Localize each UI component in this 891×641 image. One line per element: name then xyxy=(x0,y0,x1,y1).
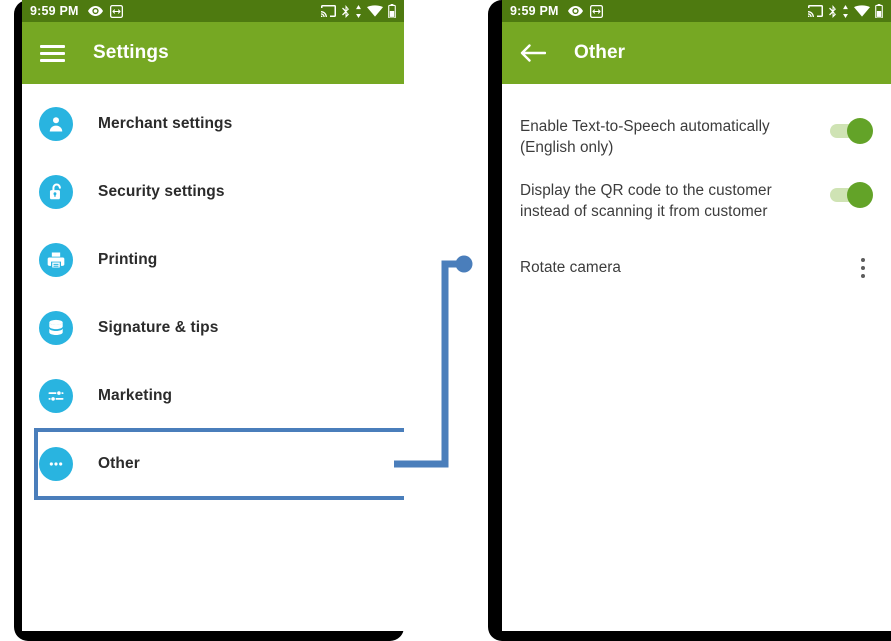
other-settings-list: Enable Text-to-Speech automatically (Eng… xyxy=(502,84,891,284)
other-row-rotate-camera[interactable]: Rotate camera xyxy=(502,222,891,284)
signal-updown-icon xyxy=(843,4,848,18)
status-bar-left-icons xyxy=(87,4,123,18)
battery-icon xyxy=(875,4,883,18)
toggle-display-qr-code[interactable] xyxy=(830,182,873,208)
settings-row-label: Merchant settings xyxy=(98,115,233,132)
sliders-icon xyxy=(39,379,73,413)
cast-icon xyxy=(321,5,336,17)
settings-row-label: Printing xyxy=(98,251,158,268)
toggle-thumb xyxy=(847,182,873,208)
bluetooth-icon xyxy=(829,4,836,18)
three-dots-icon xyxy=(39,447,73,481)
connector-endpoint-dot xyxy=(455,255,473,273)
left-phone-screen: 9:59 PM Settings Merchant settings Secur… xyxy=(22,0,404,631)
settings-row-printing[interactable]: Printing xyxy=(22,226,404,294)
left-status-bar: 9:59 PM xyxy=(22,0,404,22)
settings-row-label: Security settings xyxy=(98,183,225,200)
settings-row-label: Marketing xyxy=(98,387,173,404)
cast-icon xyxy=(808,5,823,17)
other-row-control xyxy=(853,254,873,280)
status-bar-time: 9:59 PM xyxy=(30,3,79,18)
other-row-control xyxy=(830,180,873,208)
unlocked-padlock-icon xyxy=(39,175,73,209)
overflow-menu-icon[interactable] xyxy=(853,256,873,280)
hamburger-menu-icon[interactable] xyxy=(40,44,65,62)
other-row-label: Rotate camera xyxy=(520,258,621,276)
eye-icon xyxy=(87,6,103,16)
status-bar-time: 9:59 PM xyxy=(510,3,559,18)
other-row-display-qr-code[interactable]: Display the QR code to the customer inst… xyxy=(502,158,891,222)
settings-row-security-settings[interactable]: Security settings xyxy=(22,158,404,226)
status-bar-right-icons xyxy=(321,4,396,18)
resize-arrows-icon xyxy=(589,4,603,18)
person-icon xyxy=(39,107,73,141)
back-arrow-icon[interactable] xyxy=(520,43,546,63)
left-phone-frame: 9:59 PM Settings Merchant settings Secur… xyxy=(14,0,404,641)
page-title: Settings xyxy=(93,42,169,63)
right-phone-frame: 9:59 PM Other Enable Text-to-Speech auto… xyxy=(488,0,891,641)
other-row-label: Enable Text-to-Speech automatically (Eng… xyxy=(520,118,770,156)
signal-updown-icon xyxy=(356,4,361,18)
settings-row-label: Signature & tips xyxy=(98,319,219,336)
eye-icon xyxy=(567,6,583,16)
wifi-icon xyxy=(367,5,383,17)
settings-row-label: Other xyxy=(98,455,140,472)
toggle-thumb xyxy=(847,118,873,144)
battery-icon xyxy=(388,4,396,18)
settings-row-merchant-settings[interactable]: Merchant settings xyxy=(22,90,404,158)
page-title: Other xyxy=(574,42,626,63)
toggle-text-to-speech[interactable] xyxy=(830,118,873,144)
settings-list: Merchant settings Security settings Prin… xyxy=(22,84,404,498)
other-row-label: Display the QR code to the customer inst… xyxy=(520,182,772,220)
wifi-icon xyxy=(854,5,870,17)
right-status-bar: 9:59 PM xyxy=(502,0,891,22)
left-app-bar: Settings xyxy=(22,22,404,84)
printer-icon xyxy=(39,243,73,277)
settings-row-marketing[interactable]: Marketing xyxy=(22,362,404,430)
settings-row-other[interactable]: Other xyxy=(22,430,404,498)
database-stack-icon xyxy=(39,311,73,345)
status-bar-right-icons xyxy=(808,4,883,18)
right-app-bar: Other xyxy=(502,22,891,84)
other-row-text-to-speech[interactable]: Enable Text-to-Speech automatically (Eng… xyxy=(502,96,891,158)
bluetooth-icon xyxy=(342,4,349,18)
settings-row-signature-and-tips[interactable]: Signature & tips xyxy=(22,294,404,362)
right-phone-screen: 9:59 PM Other Enable Text-to-Speech auto… xyxy=(502,0,891,631)
resize-arrows-icon xyxy=(109,4,123,18)
status-bar-left-icons xyxy=(567,4,603,18)
other-row-control xyxy=(830,116,873,144)
